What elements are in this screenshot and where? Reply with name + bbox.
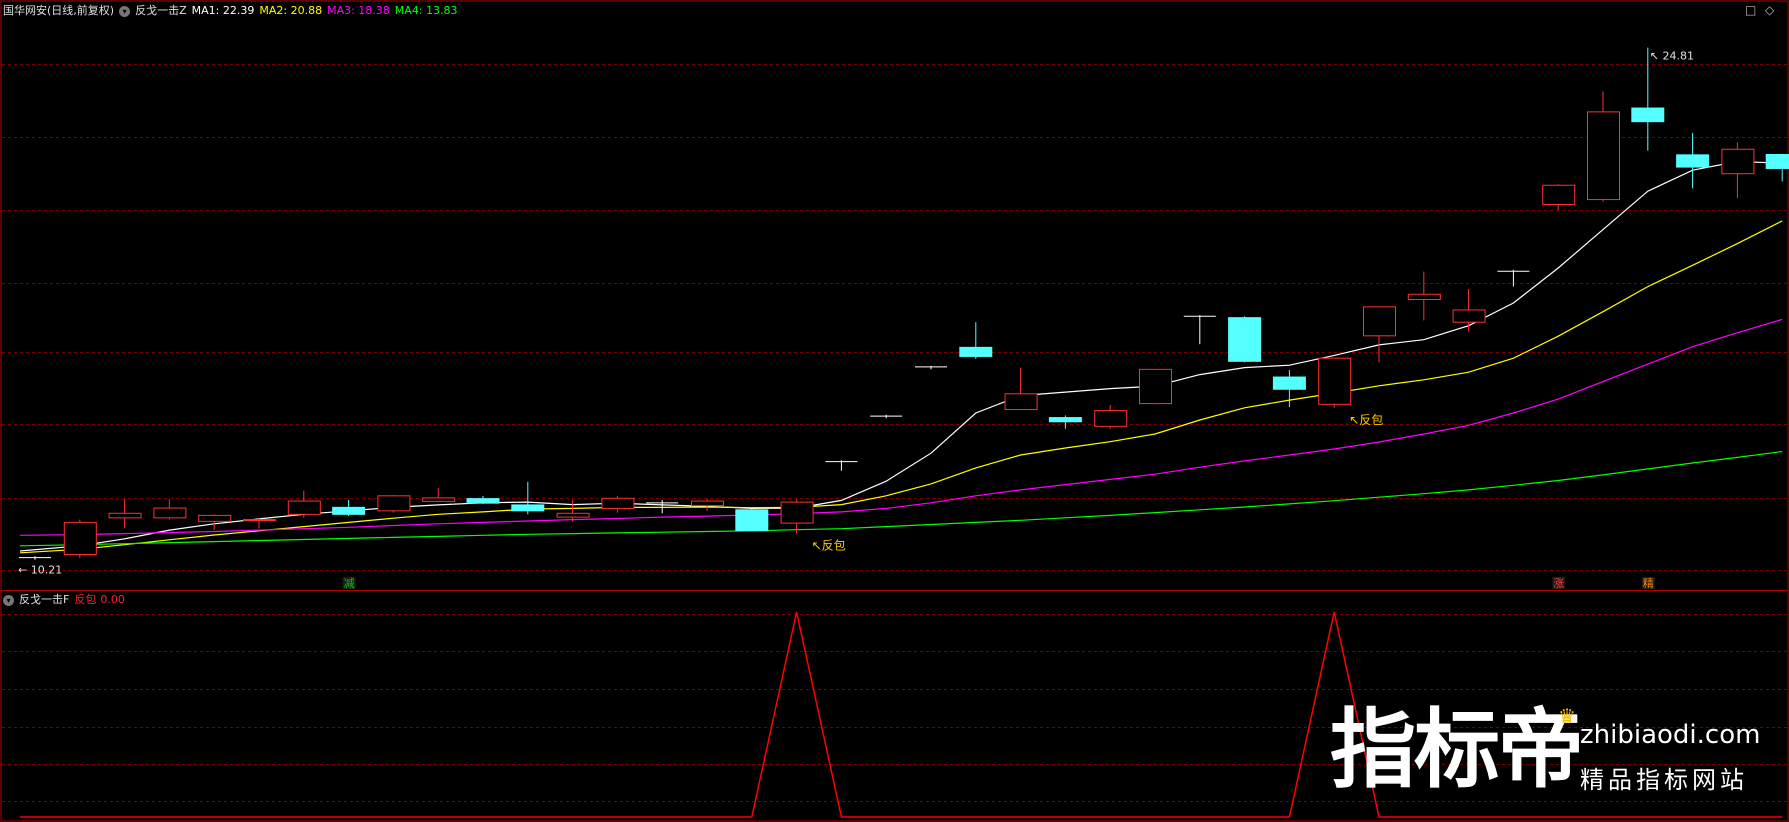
candle-body xyxy=(1676,154,1710,168)
candle-body xyxy=(601,497,635,509)
candle-body xyxy=(1631,107,1665,123)
watermark-subtitle: 精品指标网站 xyxy=(1580,766,1748,794)
sub-indicator-name[interactable]: 反戈一击F xyxy=(19,593,69,606)
candle-body xyxy=(780,501,814,524)
ma-line-ma3 xyxy=(19,318,1783,536)
sub-indicator-toggle-icon[interactable]: ▾ xyxy=(3,594,14,606)
candle-body xyxy=(1452,309,1486,323)
sub-series-value: 0.00 xyxy=(100,593,125,606)
candle-body xyxy=(1765,154,1789,169)
fanbao-annotation: ↖反包 xyxy=(1349,413,1383,427)
fanbao-annotation: ↖反包 xyxy=(812,539,846,553)
ma4-value: MA4: 13.83 xyxy=(394,4,458,17)
restore-window-icon[interactable]: □ xyxy=(1745,3,1756,17)
candle-body xyxy=(1228,317,1262,362)
candle-body xyxy=(556,512,590,518)
kline-chart[interactable]: ↖ 24.81 ← 10.21 ↖反包 ↖反包减 涨 精 xyxy=(0,0,1789,822)
candle-body xyxy=(377,495,411,512)
stock-name: 国华网安(日线,前复权) xyxy=(3,4,115,17)
signal-marker: 减 xyxy=(344,577,355,590)
candle-body xyxy=(1004,393,1038,411)
candle-body xyxy=(735,509,769,532)
signal-marker: 涨 xyxy=(1553,577,1564,590)
candle-body xyxy=(198,514,232,522)
candle-body xyxy=(1721,148,1755,175)
candle-body xyxy=(243,519,276,522)
indicator-name[interactable]: 反戈一击Z xyxy=(135,4,187,17)
candle-body xyxy=(959,346,993,357)
candle-body xyxy=(1587,111,1620,201)
watermark-logo: 指标帝 ♛ zhibiaodi.com 精品指标网站 xyxy=(1330,700,1770,810)
watermark-domain: zhibiaodi.com xyxy=(1580,720,1761,750)
candle-body xyxy=(466,498,500,504)
sub-series-label: 反包 xyxy=(74,593,97,606)
candle-body xyxy=(511,504,545,512)
candle-body xyxy=(1407,293,1441,300)
ma-line-ma2 xyxy=(19,220,1783,554)
ma1-value: MA1: 22.39 xyxy=(191,4,255,17)
ma3-value: MA3: 18.38 xyxy=(327,4,390,17)
candle-body xyxy=(287,500,321,515)
watermark-cn: 指标帝 xyxy=(1330,700,1584,800)
candle-body xyxy=(153,507,187,519)
sub-panel-header: ▾ 反戈一击F 反包 0.00 xyxy=(3,593,130,606)
high-price-label: ↖ 24.81 xyxy=(1650,50,1694,63)
candle-body xyxy=(1363,306,1396,337)
signal-marker: 精 xyxy=(1643,577,1654,590)
main-panel-header: 国华网安(日线,前复权) ▾ 反戈一击Z MA1: 22.39 MA2: 20.88 MA… xyxy=(3,4,463,17)
candle-body xyxy=(1542,184,1576,205)
candle-body xyxy=(1094,410,1128,427)
low-price-label: ← 10.21 xyxy=(18,564,62,577)
candle-body xyxy=(422,497,456,502)
candle-body xyxy=(1272,376,1306,390)
diamond-toggle-icon[interactable]: ◇ xyxy=(1765,3,1774,17)
candle-body xyxy=(108,512,142,519)
candle-body xyxy=(1318,357,1352,405)
candle-body xyxy=(332,506,366,515)
candle-body xyxy=(1139,368,1172,405)
candle-body xyxy=(691,500,724,507)
candle-body xyxy=(63,521,97,556)
crown-icon: ♛ xyxy=(1558,704,1576,728)
candle-body xyxy=(1048,417,1082,423)
indicator-toggle-icon[interactable]: ▾ xyxy=(119,5,131,17)
ma2-value: MA2: 20.88 xyxy=(259,4,323,17)
